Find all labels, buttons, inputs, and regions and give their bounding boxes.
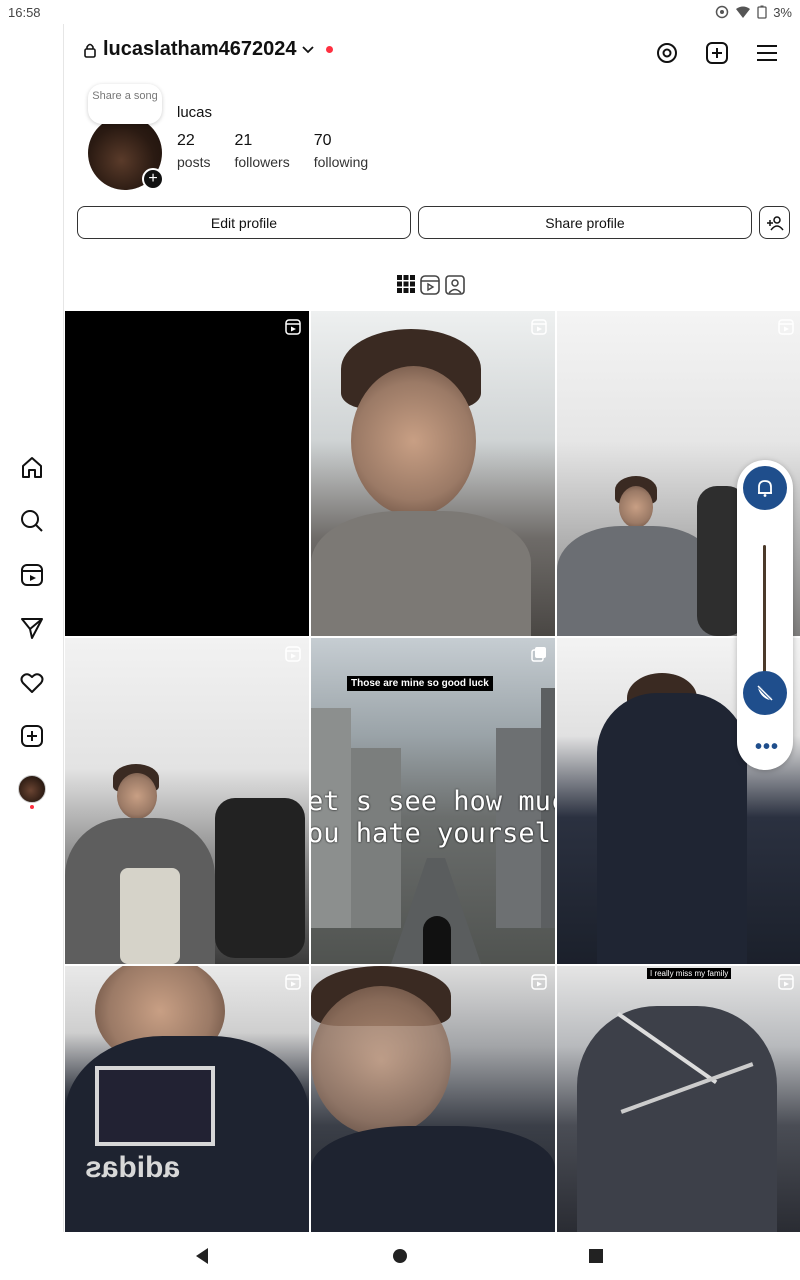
more-options-icon[interactable]: ••• [755,736,779,759]
followers-label: followers [234,154,290,170]
reel-badge-icon [531,319,547,335]
grid-post-9[interactable]: I really miss my family [557,966,800,1232]
post-face [117,773,157,819]
tab-grid[interactable] [396,274,416,301]
post-overlay-line-2: ou hate yoursel [311,818,551,849]
sidebar-nav [0,24,64,1232]
grid-post-5[interactable]: Those are mine so good luck et s see how… [311,638,555,964]
tagged-icon [445,275,465,295]
grid-post-1[interactable] [65,311,309,636]
status-icons: 3% [715,5,792,20]
home-icon[interactable] [18,454,46,482]
posts-count: 22 [177,132,195,149]
grid-post-2[interactable] [311,311,555,636]
reel-badge-icon [285,974,301,990]
profile-header: lucaslatham4672024 [65,32,800,72]
notification-bell-button[interactable] [743,466,787,510]
reels-icon[interactable] [18,561,46,589]
system-nav-bar [0,1232,800,1280]
battery-icon [757,5,767,19]
profile-avatar[interactable] [18,775,46,809]
add-person-icon [766,215,784,230]
threads-icon[interactable] [654,40,680,66]
reel-badge-icon [778,974,794,990]
header-actions [654,40,780,66]
profile-picture[interactable]: + [88,116,164,190]
grid-icon [397,275,415,293]
post-overlay-line-1: et s see how muc [311,786,555,817]
posts-label: posts [177,154,211,170]
reels-icon [420,275,440,295]
data-saver-icon [715,5,729,19]
post-body-panel [120,868,180,964]
notifications-icon[interactable] [18,669,46,697]
account-switcher[interactable]: lucaslatham4672024 [83,38,334,61]
username: lucaslatham4672024 [103,38,297,60]
profile-stats: 22 posts 21 followers 70 following [177,132,368,170]
volume-slider[interactable] [763,545,766,690]
create-icon[interactable] [18,722,46,750]
post-face [619,486,653,528]
home-nav-icon[interactable] [390,1246,410,1266]
messages-icon[interactable] [18,614,46,642]
note-bubble[interactable]: Share a song [88,84,162,124]
post-hoodie [597,693,747,964]
floating-control-panel: ••• [737,460,793,770]
grid-post-8[interactable] [311,966,555,1232]
lock-icon [84,43,96,58]
post-caption: Those are mine so good luck [347,676,493,691]
post-logo-square [95,1066,215,1146]
profile-notification-dot [30,805,34,809]
post-logo-text: adidas [85,1151,181,1184]
phone-muted-icon [756,684,774,702]
add-story-icon[interactable]: + [142,168,164,190]
posts-stat[interactable]: 22 posts [177,132,210,170]
notification-dot [326,46,334,53]
mute-call-button[interactable] [743,671,787,715]
status-time: 16:58 [8,4,41,20]
following-count: 70 [313,132,332,149]
post-overlay-text: et s see how muc ou hate yoursel [311,786,555,850]
reel-badge-icon [778,319,794,335]
recents-icon[interactable] [586,1246,606,1266]
post-body [311,511,531,636]
content-tabs [396,274,466,301]
reel-badge-icon [285,319,301,335]
wifi-icon [736,6,751,18]
post-face [351,366,476,516]
profile-actions: Edit profile Share profile [77,206,790,239]
followers-stat[interactable]: 21 followers [234,132,289,170]
status-bar: 16:58 3% [0,0,800,24]
post-caption: I really miss my family [647,968,732,979]
carousel-badge-icon [531,647,546,662]
edit-profile-button[interactable]: Edit profile [77,206,411,239]
create-post-icon[interactable] [704,40,730,66]
tab-reels[interactable] [419,274,441,301]
discover-people-button[interactable] [759,206,790,239]
profile-full-name: lucas [177,104,213,121]
post-blur-figure [577,1006,777,1232]
search-icon[interactable] [18,507,46,535]
post-hoodie [311,1126,555,1232]
post-figure [423,916,451,964]
post-body [557,526,717,636]
followers-count: 21 [234,132,253,149]
posts-grid: Those are mine so good luck et s see how… [65,311,800,1232]
grid-post-7[interactable]: adidas [65,966,309,1232]
menu-icon[interactable] [754,40,780,66]
chevron-down-icon [302,45,315,53]
back-icon[interactable] [192,1246,212,1266]
following-label: following [313,154,369,170]
following-stat[interactable]: 70 following [314,132,368,170]
bell-icon [758,480,772,497]
profile-main: lucaslatham4672024 + Share a song lucas … [65,24,800,1232]
reel-badge-icon [285,646,301,662]
post-face [311,986,451,1136]
share-profile-button[interactable]: Share profile [418,206,752,239]
grid-post-4[interactable] [65,638,309,964]
reel-badge-icon [531,974,547,990]
tab-tagged[interactable] [444,274,466,301]
battery-percent: 3% [773,4,792,20]
post-jacket [215,798,305,958]
